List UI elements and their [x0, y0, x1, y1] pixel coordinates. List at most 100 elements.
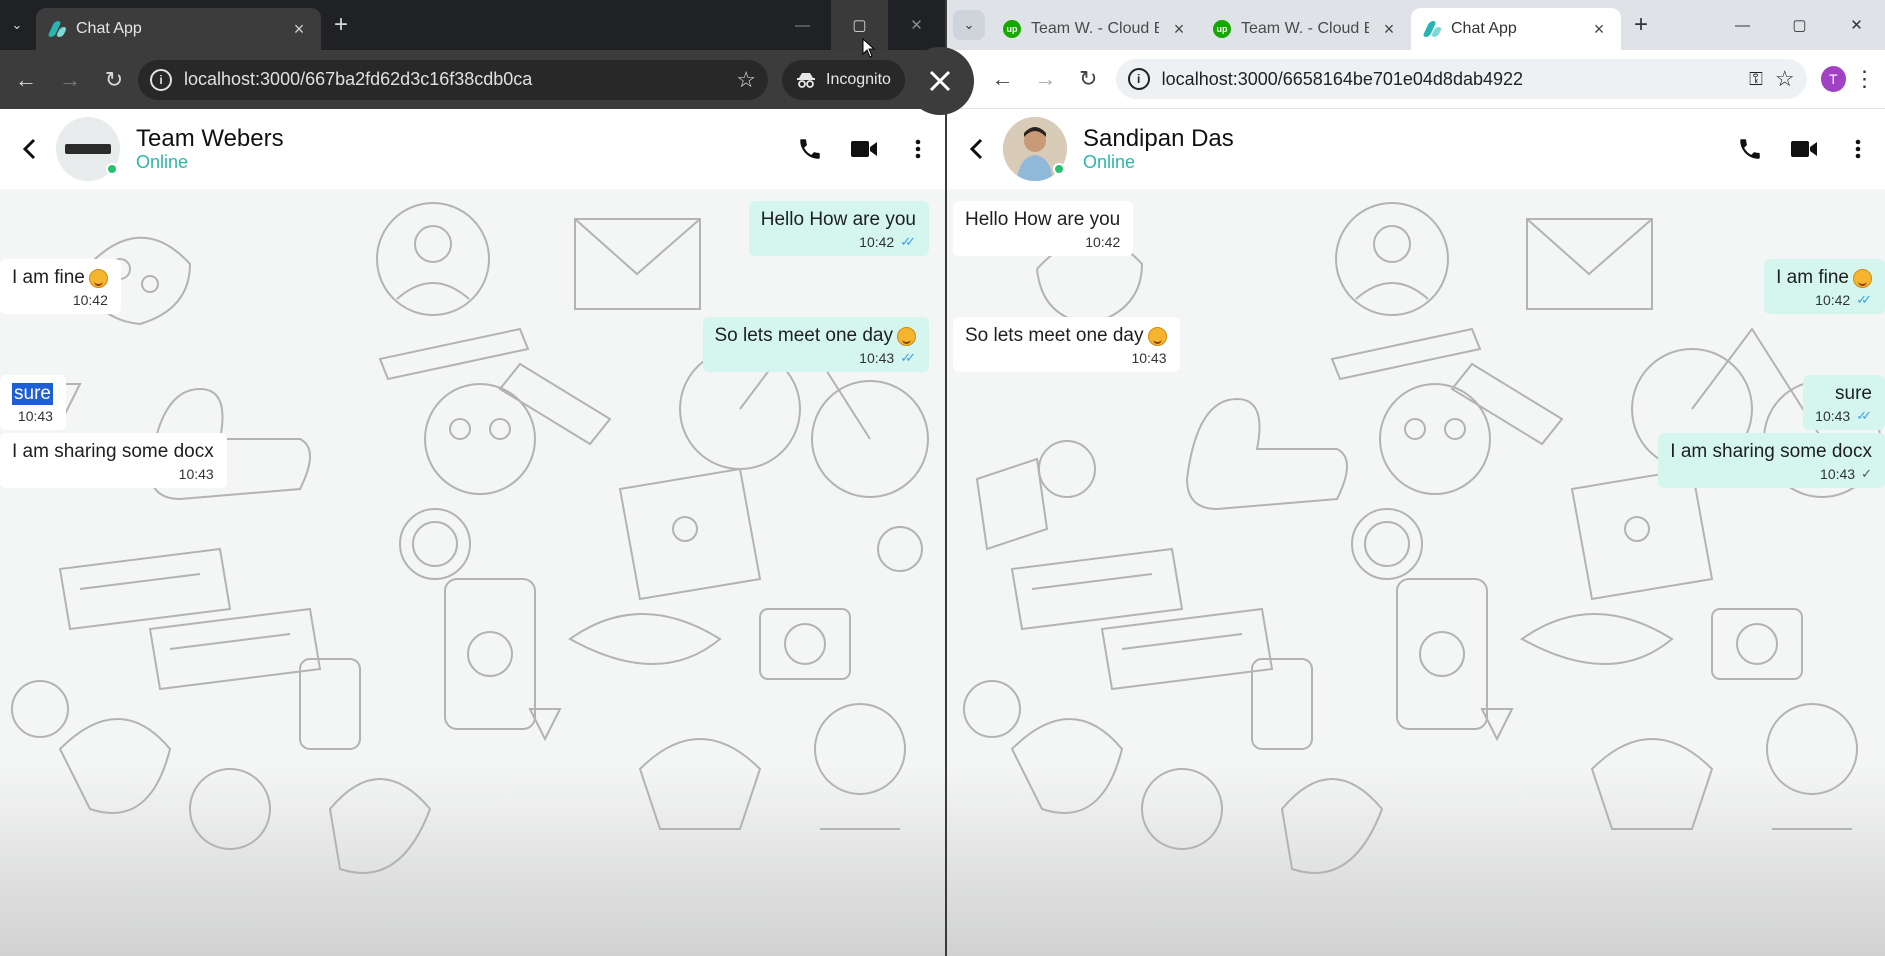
message-text: I am sharing some docx	[1670, 441, 1872, 462]
tab-chat-app[interactable]: Chat App ×	[36, 8, 321, 50]
wallpaper-fade	[947, 766, 1885, 956]
sent-tick-icon: ✓	[1861, 466, 1872, 481]
chat-back-button[interactable]	[8, 127, 52, 171]
video-icon[interactable]	[1787, 132, 1821, 166]
profile-initial: T	[1828, 71, 1838, 87]
bookmark-star-icon[interactable]: ☆	[1775, 66, 1795, 92]
smile-emoji-icon	[1853, 268, 1872, 288]
minimize-button[interactable]: —	[774, 0, 831, 50]
window-controls: — ▢ ✕	[774, 0, 945, 50]
read-ticks-icon: ✓✓	[1856, 292, 1872, 307]
message-text: Hello How are you	[965, 209, 1121, 230]
message-time: 10:42	[1815, 292, 1851, 308]
maximize-button[interactable]: ▢	[831, 0, 888, 50]
online-indicator	[106, 163, 118, 175]
chat-back-button[interactable]	[955, 127, 999, 171]
up-icon: up	[1003, 20, 1021, 38]
more-icon[interactable]	[1841, 132, 1875, 166]
contact-status: Online	[1083, 152, 1136, 172]
window-controls: — ▢ ✕	[1714, 0, 1885, 50]
message-text: So lets meet one day	[965, 325, 1144, 346]
message-bubble-incoming[interactable]: So lets meet one day 10:43	[953, 317, 1180, 372]
tab-search-button[interactable]: ⌄	[0, 5, 34, 45]
chat-app-favicon-icon	[1423, 20, 1441, 38]
forward-nav-button[interactable]: →	[1026, 59, 1065, 99]
chat-actions	[1733, 132, 1885, 166]
profile-avatar[interactable]: T	[1820, 66, 1846, 92]
read-ticks-icon: ✓✓	[900, 350, 916, 365]
phone-icon[interactable]	[793, 132, 827, 166]
maximize-button[interactable]: ▢	[1771, 0, 1828, 50]
tab-chat-app[interactable]: Chat App ×	[1411, 8, 1621, 50]
contact-info[interactable]: Team Webers Online	[136, 126, 284, 173]
message-time: 10:43	[1815, 408, 1851, 424]
phone-icon[interactable]	[1733, 132, 1767, 166]
back-icon	[22, 138, 36, 160]
chat-messages-area[interactable]: Hello How are you 10:42 I am fine 10:42 ✓…	[947, 189, 1885, 956]
message-time: 10:42	[72, 292, 108, 308]
tab-title: Team W. - Cloud B	[1241, 20, 1369, 37]
tab-title: Chat App	[76, 20, 142, 37]
halo-emoji-icon	[1147, 326, 1167, 346]
message-bubble-incoming[interactable]: I am fine 10:42	[0, 259, 121, 314]
tab-close-icon[interactable]: ×	[1589, 19, 1609, 40]
video-icon[interactable]	[847, 132, 881, 166]
close-icon[interactable]	[906, 47, 974, 115]
message-bubble-outgoing[interactable]: So lets meet one day 10:43 ✓✓	[702, 317, 929, 372]
incognito-icon	[797, 72, 815, 88]
contact-avatar[interactable]	[56, 117, 120, 181]
message-bubble-outgoing[interactable]: sure 10:43 ✓✓	[1803, 375, 1885, 430]
tab-search-button[interactable]: ⌄	[953, 10, 985, 40]
message-text-selected: sure	[12, 383, 53, 405]
site-info-icon[interactable]: i	[1127, 68, 1150, 90]
tab-close-icon[interactable]: ×	[289, 19, 309, 40]
reload-button[interactable]: ↻	[1069, 59, 1108, 99]
message-bubble-outgoing[interactable]: I am fine 10:42 ✓✓	[1764, 259, 1885, 314]
new-tab-button[interactable]: +	[1621, 5, 1661, 45]
address-url: localhost:3000/667ba2fd62d3c16f38cdb0ca	[184, 69, 533, 89]
tab-close-icon[interactable]: ×	[1169, 19, 1189, 40]
address-bar[interactable]: i localhost:3000/667ba2fd62d3c16f38cdb0c…	[138, 59, 768, 100]
new-tab-button[interactable]: +	[321, 5, 361, 45]
message-text: I am fine	[1776, 267, 1849, 288]
forward-nav-button[interactable]: →	[50, 60, 90, 100]
contact-avatar[interactable]	[1003, 117, 1067, 181]
contact-info[interactable]: Sandipan Das Online	[1083, 125, 1234, 173]
message-text: So lets meet one day	[714, 325, 894, 346]
message-bubble-incoming[interactable]: I am sharing some docx 10:43	[0, 433, 227, 488]
minimize-button[interactable]: —	[1714, 0, 1771, 50]
chat-messages-area[interactable]: Hello How are you 10:42 ✓✓ I am fine 10:4…	[0, 189, 945, 956]
reload-button[interactable]: ↻	[94, 60, 134, 100]
message-text: sure	[1835, 383, 1872, 404]
message-bubble-incoming[interactable]: sure 10:43	[0, 375, 66, 430]
password-key-icon[interactable]: ⚿	[1749, 69, 1763, 90]
bookmark-star-icon[interactable]: ☆	[736, 67, 756, 93]
chat-actions	[793, 132, 945, 166]
tab-close-icon[interactable]: ×	[1379, 19, 1399, 40]
window-close-button[interactable]: ✕	[888, 0, 945, 50]
tab-title: Chat App	[1451, 20, 1517, 37]
contact-name: Sandipan Das	[1083, 125, 1234, 152]
site-info-icon[interactable]: i	[150, 68, 172, 91]
more-icon[interactable]	[901, 132, 935, 166]
window-close-button[interactable]: ✕	[1828, 0, 1885, 50]
browser-menu-icon[interactable]: ⋮	[1850, 66, 1879, 92]
message-bubble-outgoing[interactable]: Hello How are you 10:42 ✓✓	[748, 201, 929, 256]
up-icon: up	[1213, 20, 1231, 38]
left-browser-window: ⌄ Chat App × + — ▢ ✕ ← → ↻ i localhost:3…	[0, 0, 945, 956]
message-bubble-incoming[interactable]: Hello How are you 10:42	[953, 201, 1134, 256]
address-bar[interactable]: i localhost:3000/6658164be701e04d8dab492…	[1115, 59, 1807, 99]
message-text: Hello How are you	[760, 209, 916, 230]
tab-strip: ⌄ Chat App × + — ▢ ✕	[0, 0, 945, 50]
message-bubble-outgoing[interactable]: I am sharing some docx 10:43 ✓	[1658, 433, 1885, 488]
address-url: localhost:3000/6658164be701e04d8dab4922	[1161, 68, 1524, 89]
chat-header: Team Webers Online	[0, 109, 945, 189]
back-nav-button[interactable]: ←	[6, 60, 46, 100]
back-nav-button[interactable]: ←	[983, 59, 1022, 99]
tab-team-cloud[interactable]: up Team W. - Cloud B ×	[991, 8, 1201, 50]
incognito-badge[interactable]: Incognito	[782, 59, 905, 100]
tab-team-cloud[interactable]: up Team W. - Cloud B ×	[1201, 8, 1411, 50]
wallpaper-fade	[0, 766, 945, 956]
smile-emoji-icon	[88, 268, 108, 288]
message-time: 10:42	[859, 234, 895, 250]
